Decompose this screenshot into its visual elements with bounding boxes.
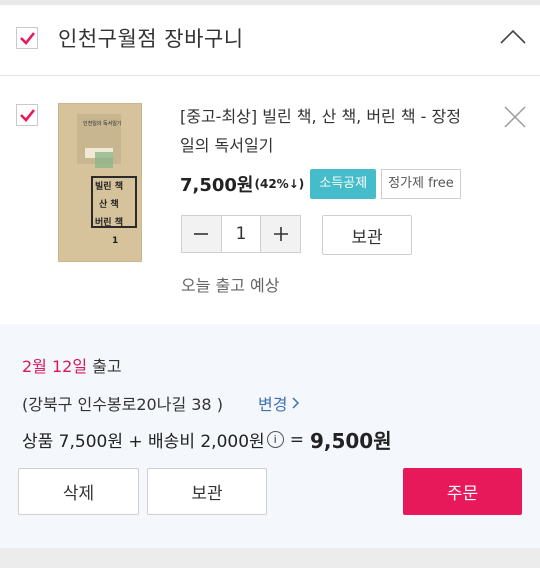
cover-line1: 빌린 책 [95, 182, 123, 192]
store-header: 인천구월점 장바구니 [0, 5, 540, 76]
cover-line2: 산 책 [99, 200, 119, 210]
total-amount: 9,500원 [309, 429, 392, 453]
fixed-price-free-badge: 정가제 free [381, 169, 461, 199]
cover-volume: 1 [112, 236, 119, 246]
book-cover[interactable]: 인천일의 독서일기 빌린 책 산 책 버린 책 1 [58, 103, 142, 262]
book-title-line1: [중고-최상] 빌린 책, 산 책, 버린 책 - 장정 [180, 107, 461, 126]
store-title: 인천구월점 장바구니 [58, 27, 244, 51]
ship-date: 2월 12일 [22, 357, 88, 376]
change-address-link[interactable]: 변경 [258, 391, 301, 415]
total-equals: = [289, 429, 304, 450]
ship-word: 출고 [92, 357, 122, 376]
cover-top-text: 인천일의 독서일기 [83, 121, 122, 127]
chevron-right-icon [292, 397, 300, 409]
plus-icon [273, 227, 288, 241]
item-save-button[interactable]: 보관 [322, 215, 412, 255]
income-deduction-badge: 소득공제 [310, 169, 377, 199]
item-checkbox[interactable] [16, 104, 38, 126]
book-title[interactable]: [중고-최상] 빌린 책, 산 책, 버린 책 - 장정 일의 독서일기 [180, 102, 488, 160]
check-icon [20, 109, 36, 122]
check-icon [20, 32, 36, 45]
bottom-spacer [0, 548, 540, 568]
total-breakdown: 상품 7,500원 + 배송비 2,000원 [22, 432, 265, 452]
shipping-address: (강북구 인수봉로20나길 38 ) [22, 395, 223, 414]
item-price: 7,500원 [180, 175, 254, 196]
save-button[interactable]: 보관 [147, 468, 267, 515]
info-icon[interactable]: i [266, 431, 284, 448]
quantity-increase-button[interactable] [260, 216, 301, 252]
cart-item: 인천일의 독서일기 빌린 책 산 책 버린 책 1 [중고-최상] 빌린 책, … [0, 76, 540, 324]
delete-button[interactable]: 삭제 [18, 468, 139, 515]
shipping-estimate: 오늘 출고 예상 [181, 276, 280, 295]
chevron-up-icon[interactable] [500, 29, 526, 45]
ship-date-line: 2월 12일 출고 [22, 353, 122, 377]
order-button[interactable]: 주문 [403, 468, 522, 515]
price-row: 7,500원 (42%↓) 소득공제 정가제 free [180, 169, 461, 199]
quantity-stepper: 1 [181, 215, 301, 253]
book-title-line2: 일의 독서일기 [180, 136, 274, 155]
close-icon[interactable] [504, 106, 526, 128]
store-checkbox[interactable] [16, 27, 38, 49]
cover-line3: 버린 책 [95, 218, 123, 228]
total-line: 상품 7,500원 + 배송비 2,000원 i = 9,500원 [22, 425, 392, 454]
minus-icon [194, 233, 209, 235]
order-summary: 2월 12일 출고 (강북구 인수봉로20나길 38 ) 변경 상품 7,500… [0, 324, 540, 548]
quantity-input[interactable]: 1 [222, 216, 261, 252]
change-label: 변경 [258, 395, 288, 414]
cover-green-block [95, 152, 113, 168]
discount-rate: (42%↓) [254, 177, 305, 191]
cart-page: 인천구월점 장바구니 인천일의 독서일기 빌린 책 산 책 버린 책 1 [중고… [0, 0, 540, 568]
quantity-decrease-button[interactable] [182, 216, 222, 252]
